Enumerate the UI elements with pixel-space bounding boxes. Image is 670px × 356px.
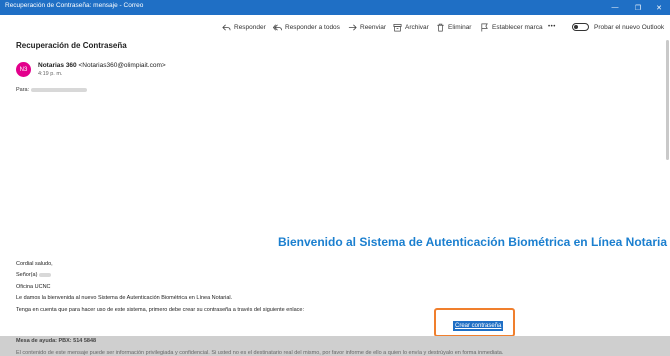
redacted-recipient [31, 88, 88, 92]
create-password-link[interactable]: Crear contraseña [453, 321, 504, 331]
intro-line: Le damos la bienvenida al nuevo Sistema … [16, 295, 233, 301]
recipient-label: Señor(a) [16, 272, 38, 278]
archive-button[interactable]: Archivar [393, 21, 429, 33]
greeting: Cordial saludo, [16, 261, 53, 267]
sender-name[interactable]: Notarias 360 [38, 62, 77, 69]
to-line: Para: [16, 87, 88, 93]
reply-label: Responder [234, 23, 266, 31]
confidentiality-note: El contenido de este mensaje puede ser i… [16, 350, 504, 356]
forward-button[interactable]: Reenviar [348, 21, 386, 33]
forward-label: Reenviar [360, 23, 387, 31]
toggle-knob [574, 25, 578, 29]
recipient-line: Señor(a) [16, 272, 52, 278]
archive-icon [393, 23, 402, 32]
reply-button[interactable]: Responder [222, 21, 266, 33]
delete-label: Eliminar [448, 23, 472, 31]
reply-all-icon [273, 23, 282, 32]
more-options-button[interactable]: ••• [548, 21, 556, 33]
flag-icon [480, 23, 489, 32]
reply-icon [222, 23, 231, 32]
redacted-name [39, 273, 52, 277]
toggle-switch[interactable] [572, 23, 589, 31]
office-line: Oficina UCNC [16, 284, 51, 290]
delete-button[interactable]: Eliminar [436, 21, 471, 33]
archive-label: Archivar [405, 23, 429, 31]
title-bar: Recuperación de Contraseña: mensaje - Co… [0, 0, 670, 15]
reply-all-label: Responder a todos [285, 23, 340, 31]
sender-email: <Notarias360@olimpiait.com> [78, 62, 166, 69]
footer-band: Mesa de ayuda: PBX: 514 5848 El contenid… [0, 336, 670, 356]
window-title: Recuperación de Contraseña: mensaje - Co… [5, 2, 144, 9]
message-time: 4:19 p. m. [38, 71, 63, 77]
reply-all-button[interactable]: Responder a todos [273, 21, 340, 33]
maximize-button[interactable]: ❐ [627, 0, 649, 15]
close-button[interactable]: ✕ [648, 0, 670, 15]
message-subject: Recuperación de Contraseña [16, 41, 127, 50]
trash-icon [436, 23, 445, 32]
new-outlook-toggle[interactable]: Probar el nuevo Outlook [572, 21, 664, 33]
instructions-line: Tenga en cuenta que para hacer uso de es… [16, 307, 305, 313]
toggle-label: Probar el nuevo Outlook [594, 23, 665, 31]
forward-icon [348, 23, 357, 32]
sender-line: Notarias 360 <Notarias360@olimpiait.com> [38, 62, 166, 69]
vertical-scrollbar[interactable] [666, 40, 669, 160]
help-desk-text: Mesa de ayuda: PBX: 514 5848 [16, 338, 97, 344]
flag-label: Establecer marca [492, 23, 543, 31]
sender-avatar: N3 [16, 62, 31, 77]
welcome-heading: Bienvenido al Sistema de Autenticación B… [278, 235, 667, 249]
to-label: Para: [16, 87, 30, 93]
flag-button[interactable]: Establecer marca [480, 21, 543, 33]
minimize-button[interactable]: — [604, 0, 626, 15]
message-toolbar: Responder Responder a todos Reenviar Arc… [0, 15, 670, 39]
